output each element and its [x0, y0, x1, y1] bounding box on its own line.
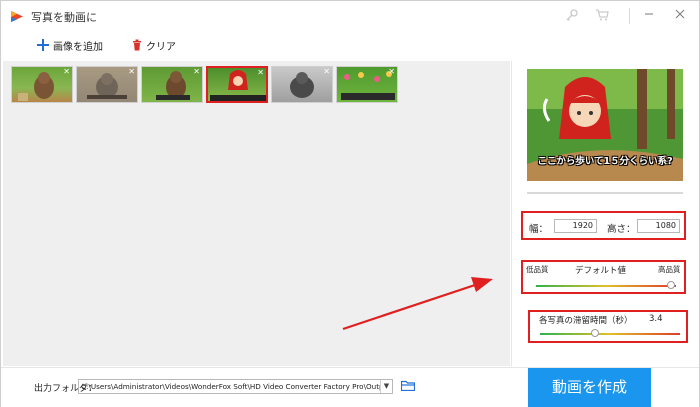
thumbnail[interactable]: ✕ — [336, 66, 398, 103]
plus-icon — [37, 39, 49, 51]
remove-thumbnail-icon[interactable]: ✕ — [128, 67, 135, 76]
duration-value: 3.4 — [649, 314, 663, 324]
remove-thumbnail-icon[interactable]: ✕ — [323, 67, 330, 76]
titlebar-divider — [629, 8, 630, 24]
thumbnail[interactable]: ✕ — [11, 66, 73, 103]
title-bar: 写真を動画に — [1, 1, 699, 31]
trash-icon — [133, 39, 141, 51]
thumbnail-selected[interactable]: ✕ — [206, 66, 268, 103]
duration-slider-knob[interactable] — [591, 329, 599, 337]
remove-thumbnail-icon[interactable]: ✕ — [257, 68, 264, 77]
duration-label: 各写真の滞留時間（秒） — [539, 316, 633, 326]
thumbnail[interactable]: ✕ — [271, 66, 333, 103]
annotation-arrow — [342, 277, 493, 331]
window-title: 写真を動画に — [31, 11, 97, 24]
remove-thumbnail-icon[interactable]: ✕ — [388, 67, 395, 76]
add-images-label: 画像を追加 — [53, 41, 103, 53]
width-label: 幅： — [529, 224, 549, 235]
clear-label: クリア — [146, 41, 176, 53]
preview-image: ここから歩いて1５分くらい系? — [527, 69, 683, 181]
folder-icon[interactable] — [401, 380, 415, 391]
chevron-down-icon[interactable]: ▼ — [380, 380, 392, 393]
thumbnail[interactable]: ✕ — [141, 66, 203, 103]
height-field[interactable]: 1080 — [637, 219, 680, 233]
cart-icon[interactable] — [594, 8, 610, 24]
quality-slider-knob[interactable] — [666, 281, 675, 289]
preview-progress — [527, 192, 683, 194]
thumbnail[interactable]: ✕ — [76, 66, 138, 103]
close-icon[interactable] — [672, 8, 688, 24]
default-quality-label: デフォルト値 — [575, 266, 627, 276]
toolbar: 画像を追加 クリア — [1, 31, 699, 59]
height-label: 高さ： — [607, 224, 636, 235]
create-video-button[interactable]: 動画を作成 — [528, 368, 651, 407]
low-quality-label: 低品質 — [526, 265, 549, 274]
bottom-bar: 出力フォルダ： C:\Users\Administrator\Videos\Wo… — [1, 367, 699, 407]
remove-thumbnail-icon[interactable]: ✕ — [63, 67, 70, 76]
app-window: 写真を動画に 画像を追加 クリア ✕ ✕ ✕ ✕ ✕ ✕ ここから歩いて1５分く… — [0, 0, 700, 407]
key-icon[interactable] — [564, 8, 580, 24]
app-logo-icon — [11, 11, 23, 22]
add-images-button[interactable]: 画像を追加 — [37, 37, 103, 53]
width-field[interactable]: 1920 — [554, 219, 597, 233]
clear-button[interactable]: クリア — [132, 37, 176, 53]
quality-slider-track[interactable] — [536, 285, 676, 287]
remove-thumbnail-icon[interactable]: ✕ — [193, 67, 200, 76]
output-folder-field[interactable]: C:\Users\Administrator\Videos\WonderFox … — [78, 379, 393, 394]
minimize-icon[interactable] — [641, 8, 657, 24]
output-folder-path: C:\Users\Administrator\Videos\WonderFox … — [81, 382, 393, 391]
high-quality-label: 高品質 — [658, 265, 681, 274]
duration-slider-track[interactable] — [540, 333, 680, 335]
image-list-area[interactable]: ✕ ✕ ✕ ✕ ✕ ✕ — [3, 61, 510, 366]
settings-panel: ここから歩いて1５分くらい系? 幅： 1920 高さ： 1080 低品質 デフォ… — [511, 61, 699, 366]
preview-caption: ここから歩いて1５分くらい系? — [537, 156, 673, 167]
